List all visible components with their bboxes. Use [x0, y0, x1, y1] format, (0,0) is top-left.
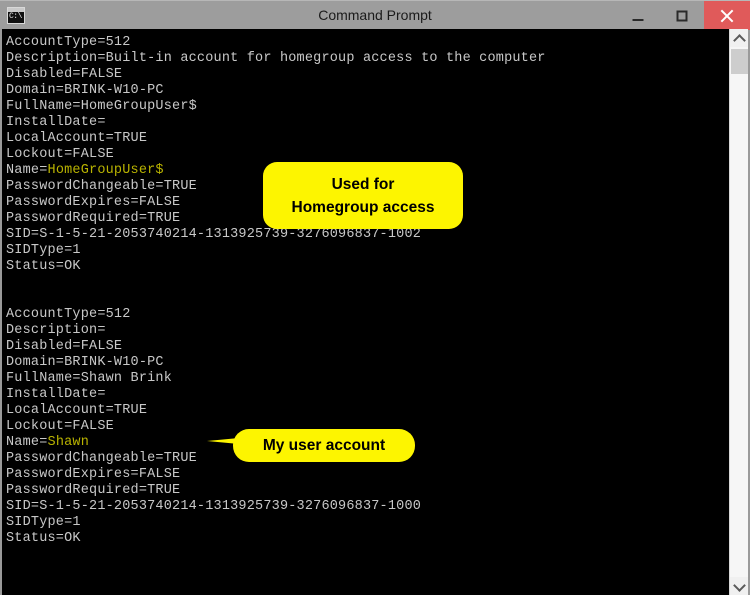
console-line: FullName=Shawn Brink: [6, 371, 173, 386]
scrollbar-thumb[interactable]: [731, 49, 748, 74]
console-line: SID=S-1-5-21-2053740214-1313925739-32760…: [6, 499, 422, 514]
maximize-icon: [676, 10, 687, 21]
console-line: LocalAccount=TRUE: [6, 403, 148, 418]
console-line-key: Name=: [6, 163, 48, 178]
console-line: PasswordExpires=FALSE: [6, 467, 181, 482]
scrollbar-track[interactable]: [730, 47, 748, 577]
chevron-up-icon: [733, 34, 746, 47]
console-line: InstallDate=: [6, 387, 106, 402]
vertical-scrollbar[interactable]: [729, 29, 748, 595]
console-text-block: AccountType=512 Description=Built-in acco…: [6, 35, 546, 547]
console-line: Description=: [6, 323, 106, 338]
console-line-key: Name=: [6, 435, 48, 450]
callout-my-user-account: My user account: [233, 429, 415, 462]
console-line: SID=S-1-5-21-2053740214-1313925739-32760…: [6, 227, 422, 242]
console-output-area[interactable]: AccountType=512 Description=Built-in acco…: [2, 29, 729, 595]
callout-homegroup-line1: Used for: [331, 176, 395, 193]
callout-user-account-line1: My user account: [262, 437, 386, 454]
close-button[interactable]: [704, 1, 750, 30]
console-line: Description=Built-in account for homegro…: [6, 51, 546, 66]
console-line: Lockout=FALSE: [6, 147, 114, 162]
console-line: SIDType=1: [6, 515, 81, 530]
callout-homegroup-line2: Homegroup access: [291, 199, 435, 216]
console-line: InstallDate=: [6, 115, 106, 130]
scroll-down-button[interactable]: [730, 577, 748, 595]
console-line: AccountType=512: [6, 35, 131, 50]
console-line: Status=OK: [6, 259, 81, 274]
title-bar[interactable]: C:\ Command Prompt: [0, 0, 750, 30]
console-line: LocalAccount=TRUE: [6, 131, 148, 146]
console-line: Domain=BRINK-W10-PC: [6, 83, 164, 98]
command-prompt-window: C:\ Command Prompt AccountType=512 Descri…: [0, 0, 750, 595]
command-prompt-icon[interactable]: C:\: [7, 7, 25, 24]
scroll-up-button[interactable]: [730, 29, 748, 47]
icon-prompt-text: C:\: [9, 12, 22, 21]
console-line: SIDType=1: [6, 243, 81, 258]
console-line: PasswordRequired=TRUE: [6, 483, 181, 498]
console-line: Domain=BRINK-W10-PC: [6, 355, 164, 370]
console-line: Disabled=FALSE: [6, 339, 123, 354]
console-line: Status=OK: [6, 531, 81, 546]
chevron-down-icon: [733, 579, 746, 592]
callout-homegroup-access: Used for Homegroup access: [263, 162, 463, 229]
console-line-highlighted-value: HomeGroupUser$: [47, 163, 164, 178]
console-line: AccountType=512: [6, 307, 131, 322]
console-line-highlighted-value: Shawn: [47, 435, 90, 450]
close-icon: [719, 8, 735, 24]
minimize-icon: [632, 18, 643, 21]
maximize-button[interactable]: [659, 1, 704, 30]
console-line: FullName=HomeGroupUser$: [6, 99, 197, 114]
console-line: Disabled=FALSE: [6, 67, 123, 82]
minimize-button[interactable]: [615, 1, 660, 30]
